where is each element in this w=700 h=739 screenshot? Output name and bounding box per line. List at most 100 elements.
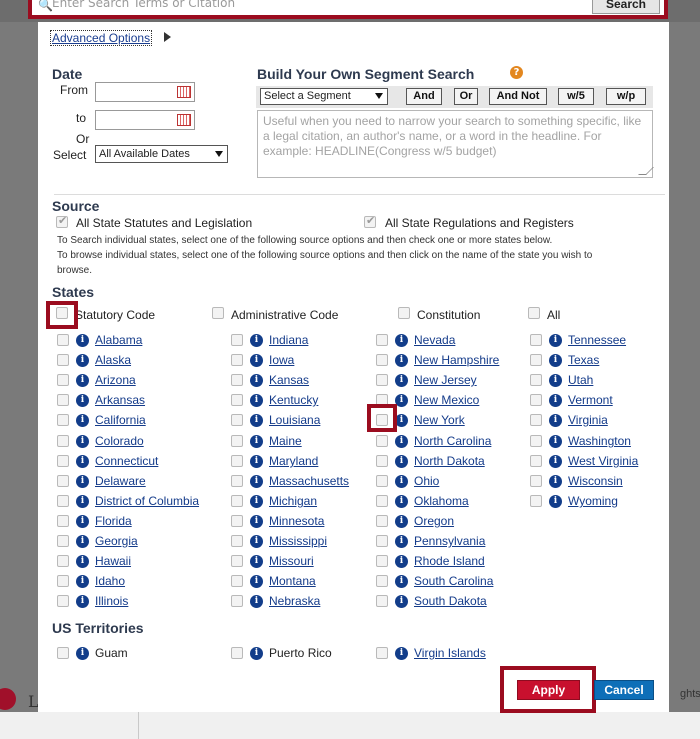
state-checkbox-kentucky[interactable]	[231, 394, 243, 406]
info-icon[interactable]: i	[395, 495, 408, 508]
administrative-code-checkbox[interactable]	[212, 307, 224, 319]
state-checkbox-maryland[interactable]	[231, 455, 243, 467]
state-checkbox-iowa[interactable]	[231, 354, 243, 366]
info-icon[interactable]: i	[76, 455, 89, 468]
state-checkbox-idaho[interactable]	[57, 575, 69, 587]
expand-arrow-icon[interactable]	[164, 32, 171, 42]
info-icon[interactable]: i	[250, 354, 263, 367]
state-checkbox-oklahoma[interactable]	[376, 495, 388, 507]
state-link-texas[interactable]: Texas	[568, 353, 599, 367]
state-checkbox-louisiana[interactable]	[231, 414, 243, 426]
state-link-massachusetts[interactable]: Massachusetts	[269, 474, 349, 488]
info-icon[interactable]: i	[250, 475, 263, 488]
territory-link-puerto-rico[interactable]: Puerto Rico	[269, 646, 332, 660]
state-link-vermont[interactable]: Vermont	[568, 393, 613, 407]
state-link-new-york[interactable]: New York	[414, 413, 465, 427]
state-checkbox-delaware[interactable]	[57, 475, 69, 487]
state-checkbox-connecticut[interactable]	[57, 455, 69, 467]
info-icon[interactable]: i	[250, 414, 263, 427]
state-link-south-dakota[interactable]: South Dakota	[414, 594, 487, 608]
info-icon[interactable]: i	[76, 575, 89, 588]
and-button[interactable]: And	[406, 88, 442, 105]
info-icon[interactable]: i	[250, 575, 263, 588]
state-checkbox-wyoming[interactable]	[530, 495, 542, 507]
state-checkbox-colorado[interactable]	[57, 435, 69, 447]
state-link-colorado[interactable]: Colorado	[95, 434, 144, 448]
state-link-arkansas[interactable]: Arkansas	[95, 393, 145, 407]
info-icon[interactable]: i	[549, 354, 562, 367]
or-button[interactable]: Or	[454, 88, 478, 105]
all-checkbox[interactable]	[528, 307, 540, 319]
state-link-arizona[interactable]: Arizona	[95, 373, 136, 387]
state-checkbox-maine[interactable]	[231, 435, 243, 447]
state-link-wyoming[interactable]: Wyoming	[568, 494, 618, 508]
search-button[interactable]: Search	[592, 0, 660, 14]
state-checkbox-montana[interactable]	[231, 575, 243, 587]
state-link-utah[interactable]: Utah	[568, 373, 593, 387]
state-link-maine[interactable]: Maine	[269, 434, 302, 448]
state-link-virginia[interactable]: Virginia	[568, 413, 608, 427]
info-icon[interactable]: i	[250, 435, 263, 448]
info-icon[interactable]: i	[395, 435, 408, 448]
state-link-alaska[interactable]: Alaska	[95, 353, 131, 367]
info-icon[interactable]: i	[76, 394, 89, 407]
state-link-new-hampshire[interactable]: New Hampshire	[414, 353, 499, 367]
info-icon[interactable]: i	[250, 535, 263, 548]
state-link-mississippi[interactable]: Mississippi	[269, 534, 327, 548]
state-link-north-carolina[interactable]: North Carolina	[414, 434, 491, 448]
advanced-options-link[interactable]: Advanced Options	[50, 30, 153, 46]
territory-link-virgin-islands[interactable]: Virgin Islands	[414, 646, 486, 660]
segment-select[interactable]: Select a Segment	[260, 88, 388, 105]
and-not-button[interactable]: And Not	[489, 88, 547, 105]
state-checkbox-oregon[interactable]	[376, 515, 388, 527]
apply-button[interactable]: Apply	[517, 680, 580, 700]
state-checkbox-texas[interactable]	[530, 354, 542, 366]
state-checkbox-washington[interactable]	[530, 435, 542, 447]
territory-checkbox-virgin-islands[interactable]	[376, 647, 388, 659]
info-icon[interactable]: i	[549, 495, 562, 508]
info-icon[interactable]: i	[549, 475, 562, 488]
info-icon[interactable]: i	[250, 647, 263, 660]
from-date-field[interactable]	[95, 82, 195, 102]
state-checkbox-pennsylvania[interactable]	[376, 535, 388, 547]
info-icon[interactable]: i	[395, 475, 408, 488]
info-icon[interactable]: i	[76, 414, 89, 427]
state-link-connecticut[interactable]: Connecticut	[95, 454, 158, 468]
state-checkbox-missouri[interactable]	[231, 555, 243, 567]
info-icon[interactable]: i	[549, 374, 562, 387]
state-checkbox-north-carolina[interactable]	[376, 435, 388, 447]
info-icon[interactable]: i	[395, 374, 408, 387]
state-checkbox-florida[interactable]	[57, 515, 69, 527]
info-icon[interactable]: i	[395, 555, 408, 568]
info-icon[interactable]: i	[549, 394, 562, 407]
state-checkbox-north-dakota[interactable]	[376, 455, 388, 467]
state-checkbox-alabama[interactable]	[57, 334, 69, 346]
state-link-idaho[interactable]: Idaho	[95, 574, 125, 588]
state-checkbox-south-dakota[interactable]	[376, 595, 388, 607]
info-icon[interactable]: i	[250, 495, 263, 508]
state-link-wisconsin[interactable]: Wisconsin	[568, 474, 623, 488]
help-icon[interactable]: ?	[510, 66, 523, 79]
info-icon[interactable]: i	[549, 334, 562, 347]
info-icon[interactable]: i	[250, 374, 263, 387]
state-checkbox-nebraska[interactable]	[231, 595, 243, 607]
calendar-icon[interactable]	[177, 86, 191, 98]
info-icon[interactable]: i	[76, 535, 89, 548]
state-link-new-mexico[interactable]: New Mexico	[414, 393, 479, 407]
state-checkbox-arkansas[interactable]	[57, 394, 69, 406]
state-link-hawaii[interactable]: Hawaii	[95, 554, 131, 568]
state-link-michigan[interactable]: Michigan	[269, 494, 317, 508]
state-checkbox-vermont[interactable]	[530, 394, 542, 406]
territory-checkbox-puerto-rico[interactable]	[231, 647, 243, 659]
date-range-select[interactable]: All Available Dates	[95, 145, 228, 163]
state-checkbox-new-hampshire[interactable]	[376, 354, 388, 366]
state-checkbox-minnesota[interactable]	[231, 515, 243, 527]
state-checkbox-tennessee[interactable]	[530, 334, 542, 346]
info-icon[interactable]: i	[395, 535, 408, 548]
state-checkbox-michigan[interactable]	[231, 495, 243, 507]
state-link-pennsylvania[interactable]: Pennsylvania	[414, 534, 485, 548]
state-checkbox-ohio[interactable]	[376, 475, 388, 487]
state-checkbox-alaska[interactable]	[57, 354, 69, 366]
state-checkbox-massachusetts[interactable]	[231, 475, 243, 487]
state-checkbox-hawaii[interactable]	[57, 555, 69, 567]
